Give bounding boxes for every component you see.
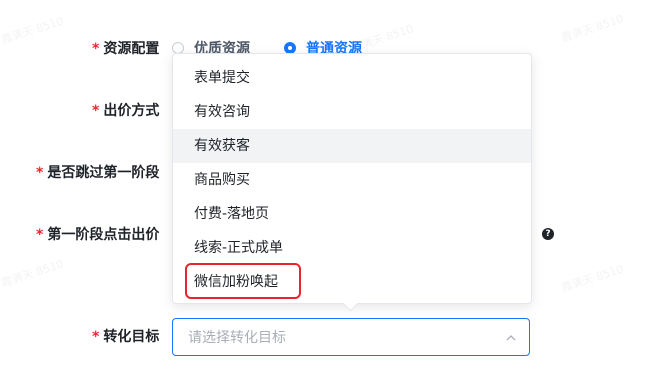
conversion-goal-label: * 转化目标 bbox=[92, 327, 159, 347]
required-mark: * bbox=[92, 103, 100, 119]
chevron-up-icon bbox=[506, 335, 516, 341]
conversion-goal-select[interactable]: 请选择转化目标 bbox=[172, 318, 530, 356]
watermark: 霞满天 8510 bbox=[0, 257, 66, 290]
dropdown-option[interactable]: 表单提交 bbox=[173, 61, 531, 95]
highlight-annotation-box bbox=[185, 263, 301, 299]
watermark: 霞满天 8510 bbox=[559, 12, 626, 45]
question-circle-icon[interactable]: ? bbox=[542, 228, 554, 240]
stage-one-bid-label: * 第一阶段点击出价 bbox=[36, 225, 159, 245]
dropdown-option[interactable]: 商品购买 bbox=[173, 163, 531, 197]
required-mark: * bbox=[36, 165, 44, 181]
skip-stage-one-label: * 是否跳过第一阶段 bbox=[36, 163, 159, 183]
watermark: 霞满天 8510 bbox=[559, 262, 626, 295]
conversion-goal-placeholder: 请选择转化目标 bbox=[188, 330, 286, 346]
resource-config-label: * 资源配置 bbox=[92, 39, 159, 59]
skip-stage-one-label-text: 是否跳过第一阶段 bbox=[47, 165, 160, 181]
dropdown-option[interactable]: 付费-落地页 bbox=[173, 197, 531, 231]
resource-config-label-text: 资源配置 bbox=[103, 41, 160, 57]
conversion-goal-label-text: 转化目标 bbox=[103, 329, 160, 345]
required-mark: * bbox=[92, 41, 100, 57]
required-mark: * bbox=[36, 227, 44, 243]
required-mark: * bbox=[92, 329, 100, 345]
dropdown-option-hovered[interactable]: 有效获客 bbox=[173, 129, 531, 163]
bid-method-label-text: 出价方式 bbox=[103, 103, 160, 119]
watermark: 霞满天 8510 bbox=[0, 14, 66, 47]
dropdown-option[interactable]: 线索-正式成单 bbox=[173, 231, 531, 265]
stage-one-bid-label-text: 第一阶段点击出价 bbox=[47, 227, 160, 243]
dropdown-option[interactable]: 有效咨询 bbox=[173, 95, 531, 129]
bid-method-label: * 出价方式 bbox=[92, 101, 159, 121]
